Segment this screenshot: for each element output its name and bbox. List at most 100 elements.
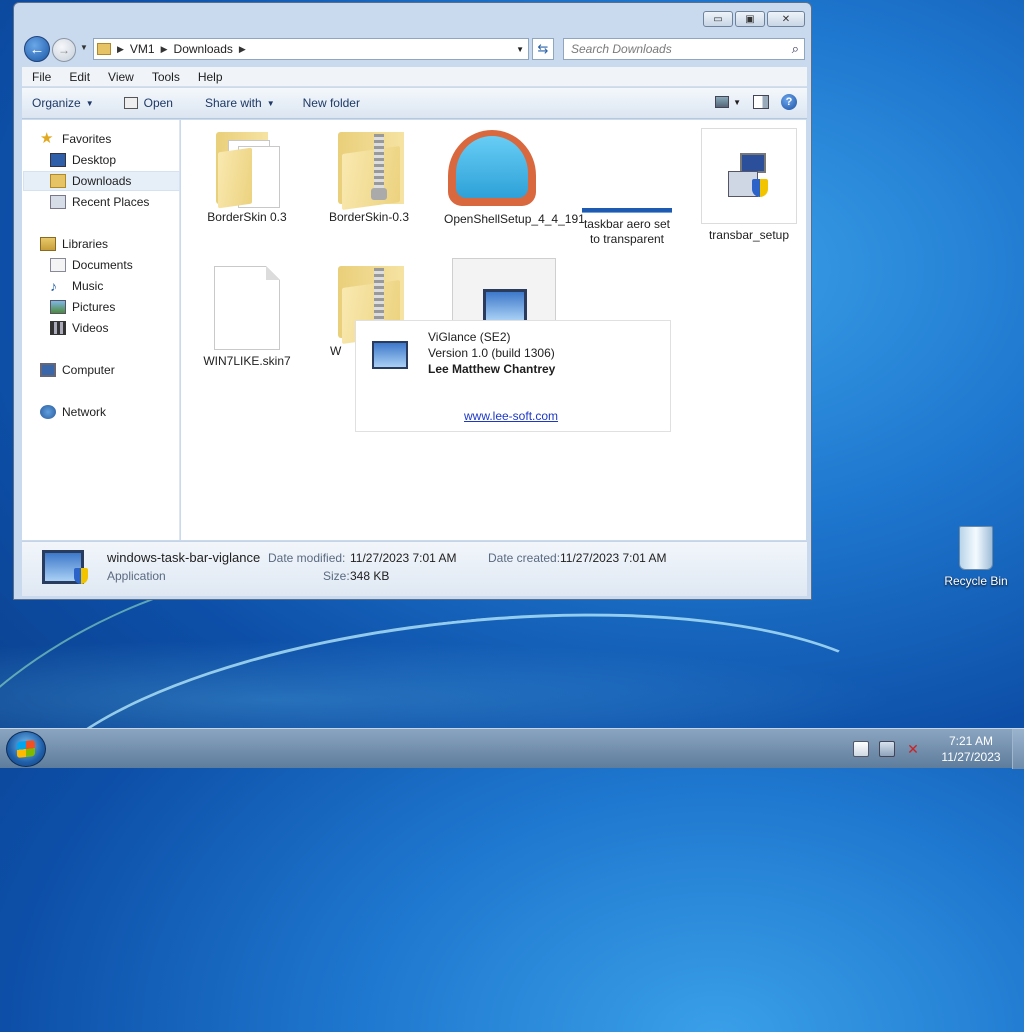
windows-logo-icon: [17, 740, 35, 758]
minimize-button[interactable]: ▭: [703, 11, 733, 27]
clock-time: 7:21 AM: [948, 734, 994, 748]
nav-label: Music: [72, 279, 104, 293]
back-button[interactable]: ←: [24, 36, 50, 62]
details-filename: windows-task-bar-viglance: [107, 550, 261, 565]
details-size-label: Size:: [323, 569, 350, 583]
breadcrumb-vm1[interactable]: VM1: [130, 42, 155, 56]
downloads-folder-icon: [50, 174, 66, 188]
start-button[interactable]: [6, 731, 46, 767]
open-button[interactable]: Open: [114, 96, 183, 110]
file-tooltip: ViGlance (SE2) Version 1.0 (build 1306) …: [355, 320, 671, 432]
arrow-left-icon: ←: [29, 40, 45, 58]
chevron-right-icon[interactable]: ▶: [239, 44, 246, 55]
share-with-label: Share with: [204, 96, 262, 110]
explorer-window: ▭ ▣ ✕ ← → ▼ ▶ VM1 ▶ Downloads ▶ ▼ ⇆ Sear…: [13, 2, 812, 600]
show-desktop-button[interactable]: [1012, 729, 1024, 769]
chevron-down-icon: ▼: [266, 98, 275, 108]
details-created-label: Date created:: [488, 551, 561, 565]
help-icon[interactable]: ?: [781, 94, 797, 110]
details-pane: windows-task-bar-viglance Application Da…: [22, 541, 807, 596]
recent-pages-dropdown[interactable]: ▼: [80, 43, 88, 52]
file-label: BorderSkin-0.3: [328, 210, 410, 224]
computer-icon: [40, 363, 56, 377]
details-modified-label: Date modified:: [268, 551, 346, 565]
change-view-icon[interactable]: [715, 96, 730, 108]
chevron-right-icon[interactable]: ▶: [117, 44, 124, 55]
star-icon: ★: [40, 130, 54, 147]
share-with-button[interactable]: Share with ▼: [195, 96, 285, 110]
open-icon: [123, 97, 138, 109]
nav-favorites[interactable]: ★ Favorites: [40, 129, 197, 149]
folder-icon: [97, 43, 111, 55]
music-icon: ♪: [50, 278, 57, 294]
installer-icon: [728, 153, 772, 199]
file-item[interactable]: taskbar aero set to transparent: [566, 126, 688, 247]
details-created-value: 11/27/2023 7:01 AM: [560, 551, 667, 565]
nav-label: Favorites: [62, 132, 112, 146]
tooltip-name: ViGlance (SE2): [428, 330, 511, 344]
nav-label: Downloads: [72, 174, 132, 188]
file-label: OpenShellSetup_4_4_191: [444, 212, 585, 226]
recycle-bin-icon: [959, 526, 993, 570]
folder-icon: [212, 126, 282, 209]
file-item[interactable]: OpenShellSetup_4_4_191: [431, 126, 585, 227]
file-item[interactable]: BorderSkin-0.3: [308, 126, 430, 225]
file-item[interactable]: WIN7LIKE.skin7: [186, 266, 308, 369]
nav-label: Network: [62, 405, 107, 419]
organize-button[interactable]: Organize ▼: [22, 96, 104, 110]
nav-computer[interactable]: Computer: [40, 360, 197, 380]
setup-thumbnail: [701, 128, 797, 224]
maximize-button[interactable]: ▣: [735, 11, 765, 27]
new-folder-label: New folder: [302, 96, 360, 110]
file-item[interactable]: transbar_setup: [688, 128, 810, 243]
clock[interactable]: 7:21 AM 11/27/2023: [930, 733, 1012, 765]
network-icon[interactable]: [879, 741, 895, 757]
menu-edit[interactable]: Edit: [59, 70, 98, 84]
file-label: transbar_setup: [708, 228, 790, 242]
close-button[interactable]: ✕: [767, 11, 805, 27]
recent-places-icon: [50, 195, 66, 209]
shield-icon: [74, 568, 88, 584]
arrow-right-icon: →: [58, 43, 70, 57]
menu-tools[interactable]: Tools: [142, 70, 188, 84]
nav-label: Computer: [62, 363, 115, 377]
file-label: BorderSkin 0.3: [207, 210, 287, 224]
nav-libraries[interactable]: Libraries: [40, 234, 197, 254]
chevron-down-icon[interactable]: ▼: [516, 45, 524, 54]
file-item[interactable]: BorderSkin 0.3: [186, 126, 308, 225]
menu-file[interactable]: File: [22, 70, 59, 84]
address-bar[interactable]: ▶ VM1 ▶ Downloads ▶ ▼: [93, 38, 529, 60]
nav-label: Pictures: [72, 300, 116, 314]
menu-view[interactable]: View: [98, 70, 142, 84]
chevron-right-icon[interactable]: ▶: [161, 44, 168, 55]
search-placeholder: Search Downloads: [571, 42, 672, 56]
refresh-button[interactable]: ⇆: [532, 38, 554, 60]
search-icon[interactable]: ⌕: [792, 41, 799, 57]
window-controls: ▭ ▣ ✕: [703, 11, 805, 27]
nav-downloads[interactable]: Downloads: [23, 171, 180, 191]
recycle-bin[interactable]: Recycle Bin: [940, 526, 1012, 588]
forward-button[interactable]: →: [52, 38, 76, 62]
tooltip-link[interactable]: www.lee-soft.com: [464, 409, 558, 423]
preview-pane-icon[interactable]: [753, 95, 769, 109]
recycle-bin-label: Recycle Bin: [944, 574, 1008, 588]
view-controls: ▼ ?: [715, 94, 797, 110]
navigation-pane: ★ Favorites Desktop Downloads Recent Plac…: [22, 120, 180, 540]
details-size-value: 348 KB: [350, 569, 390, 583]
taskbar: ✕ 7:21 AM 11/27/2023: [0, 728, 1024, 769]
volume-muted-icon[interactable]: ✕: [905, 741, 921, 757]
videos-icon: [50, 321, 66, 335]
pictures-icon: [50, 300, 66, 314]
viglance-icon: [372, 341, 408, 369]
libraries-icon: [40, 237, 56, 251]
organize-label: Organize: [32, 96, 81, 110]
breadcrumb-downloads[interactable]: Downloads: [174, 42, 233, 56]
menu-help[interactable]: Help: [188, 70, 231, 84]
chevron-down-icon[interactable]: ▼: [733, 98, 741, 107]
action-center-icon[interactable]: [853, 741, 869, 757]
nav-network[interactable]: Network: [40, 402, 197, 422]
new-folder-button[interactable]: New folder: [293, 96, 370, 110]
zip-folder-icon: [334, 126, 404, 211]
nav-label: Recent Places: [72, 195, 150, 209]
search-input[interactable]: Search Downloads ⌕: [563, 38, 805, 60]
